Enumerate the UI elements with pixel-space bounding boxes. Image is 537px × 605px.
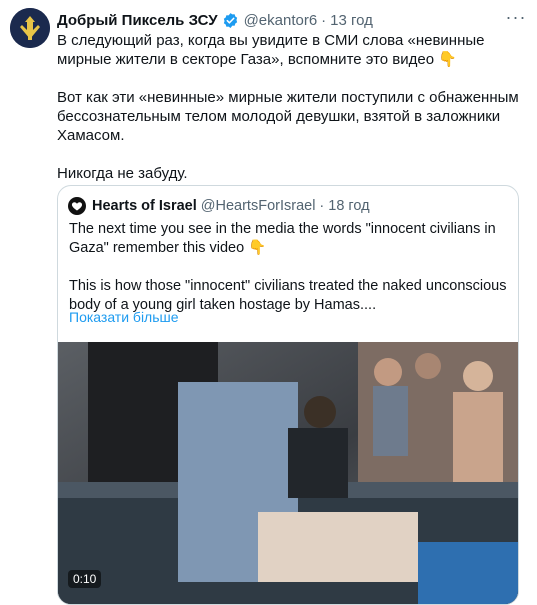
tweet-text: В следующий раз, когда вы увидите в СМИ … (57, 31, 529, 183)
pointing-down-emoji-icon: 👇 (248, 240, 267, 256)
pointing-down-emoji-icon: 👇 (438, 51, 457, 68)
timestamp[interactable]: 13 год (330, 12, 373, 29)
more-options-icon[interactable]: ··· (505, 8, 527, 28)
show-more-link[interactable]: Показати більше (69, 309, 179, 325)
avatar[interactable] (10, 8, 50, 48)
quoted-timestamp[interactable]: 18 год (328, 198, 369, 214)
heart-icon (71, 202, 83, 211)
quoted-avatar[interactable] (68, 197, 86, 215)
video-duration: 0:10 (68, 570, 102, 588)
quoted-tweet-text: The next time you see in the media the w… (69, 220, 509, 315)
quoted-tweet[interactable]: Hearts of Israel @HeartsForIsrael · 18 г… (57, 185, 519, 605)
video-frame (58, 342, 518, 604)
tweet-header: Добрый Пиксель ЗСУ @ekantor6 · 13 год (57, 9, 373, 31)
separator-dot: · (321, 11, 327, 29)
tweet[interactable]: Добрый Пиксель ЗСУ @ekantor6 · 13 год ··… (0, 0, 537, 605)
tweet-text-p1: В следующий раз, когда вы увидите в СМИ … (57, 32, 485, 68)
quoted-paragraph: The next time you see in the media the w… (69, 220, 509, 258)
tweet-paragraph: Никогда не забуду. (57, 165, 188, 182)
quoted-handle[interactable]: @HeartsForIsrael (201, 198, 316, 214)
verified-badge-icon (223, 12, 237, 28)
quoted-display-name[interactable]: Hearts of Israel (92, 198, 197, 214)
handle[interactable]: @ekantor6 (244, 12, 318, 29)
tweet-paragraph: В следующий раз, когда вы увидите в СМИ … (57, 31, 529, 69)
video-player[interactable]: 0:10 (58, 342, 518, 604)
tweet-paragraph: Вот как эти «невинные» мирные жители пос… (57, 89, 519, 144)
quoted-text-p1: The next time you see in the media the w… (69, 221, 496, 256)
quoted-tweet-header: Hearts of Israel @HeartsForIsrael · 18 г… (68, 196, 370, 216)
display-name[interactable]: Добрый Пиксель ЗСУ (57, 12, 218, 29)
pixel-emblem-icon (10, 8, 50, 48)
separator-dot: · (319, 198, 325, 214)
